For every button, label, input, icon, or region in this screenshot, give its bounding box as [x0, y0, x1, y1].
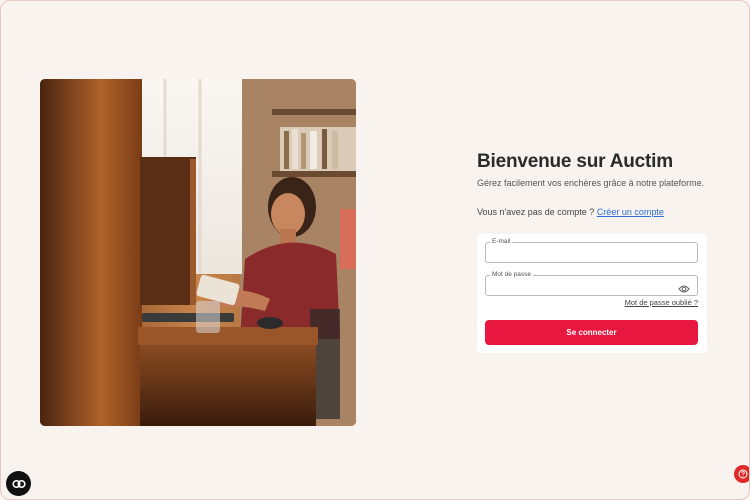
eye-icon[interactable]	[678, 281, 690, 293]
login-button[interactable]: Se connecter	[485, 320, 698, 345]
create-account-link[interactable]: Créer un compte	[597, 207, 664, 217]
accessibility-icon[interactable]	[6, 471, 31, 496]
email-label: E-mail	[490, 237, 513, 246]
page-title: Bienvenue sur Auctim	[477, 151, 673, 172]
password-field[interactable]: Mot de passe	[485, 270, 698, 296]
signup-prompt-text: Vous n'avez pas de compte ?	[477, 207, 595, 217]
password-label: Mot de passe	[490, 270, 534, 279]
hero-image	[40, 79, 356, 426]
password-input[interactable]	[490, 279, 670, 293]
signup-prompt: Vous n'avez pas de compte ? Créer un com…	[477, 207, 664, 217]
page-frame: Bienvenue sur Auctim Gérez facilement vo…	[0, 0, 750, 500]
email-input[interactable]	[490, 246, 670, 260]
help-icon[interactable]	[734, 465, 749, 483]
page-subtitle: Gérez facilement vos enchères grâce à no…	[477, 178, 705, 188]
forgot-password-link[interactable]: Mot de passe oublié ?	[625, 298, 698, 307]
login-card: E-mail Mot de passe Mot de passe oublié …	[477, 234, 707, 353]
email-field[interactable]: E-mail	[485, 237, 698, 263]
